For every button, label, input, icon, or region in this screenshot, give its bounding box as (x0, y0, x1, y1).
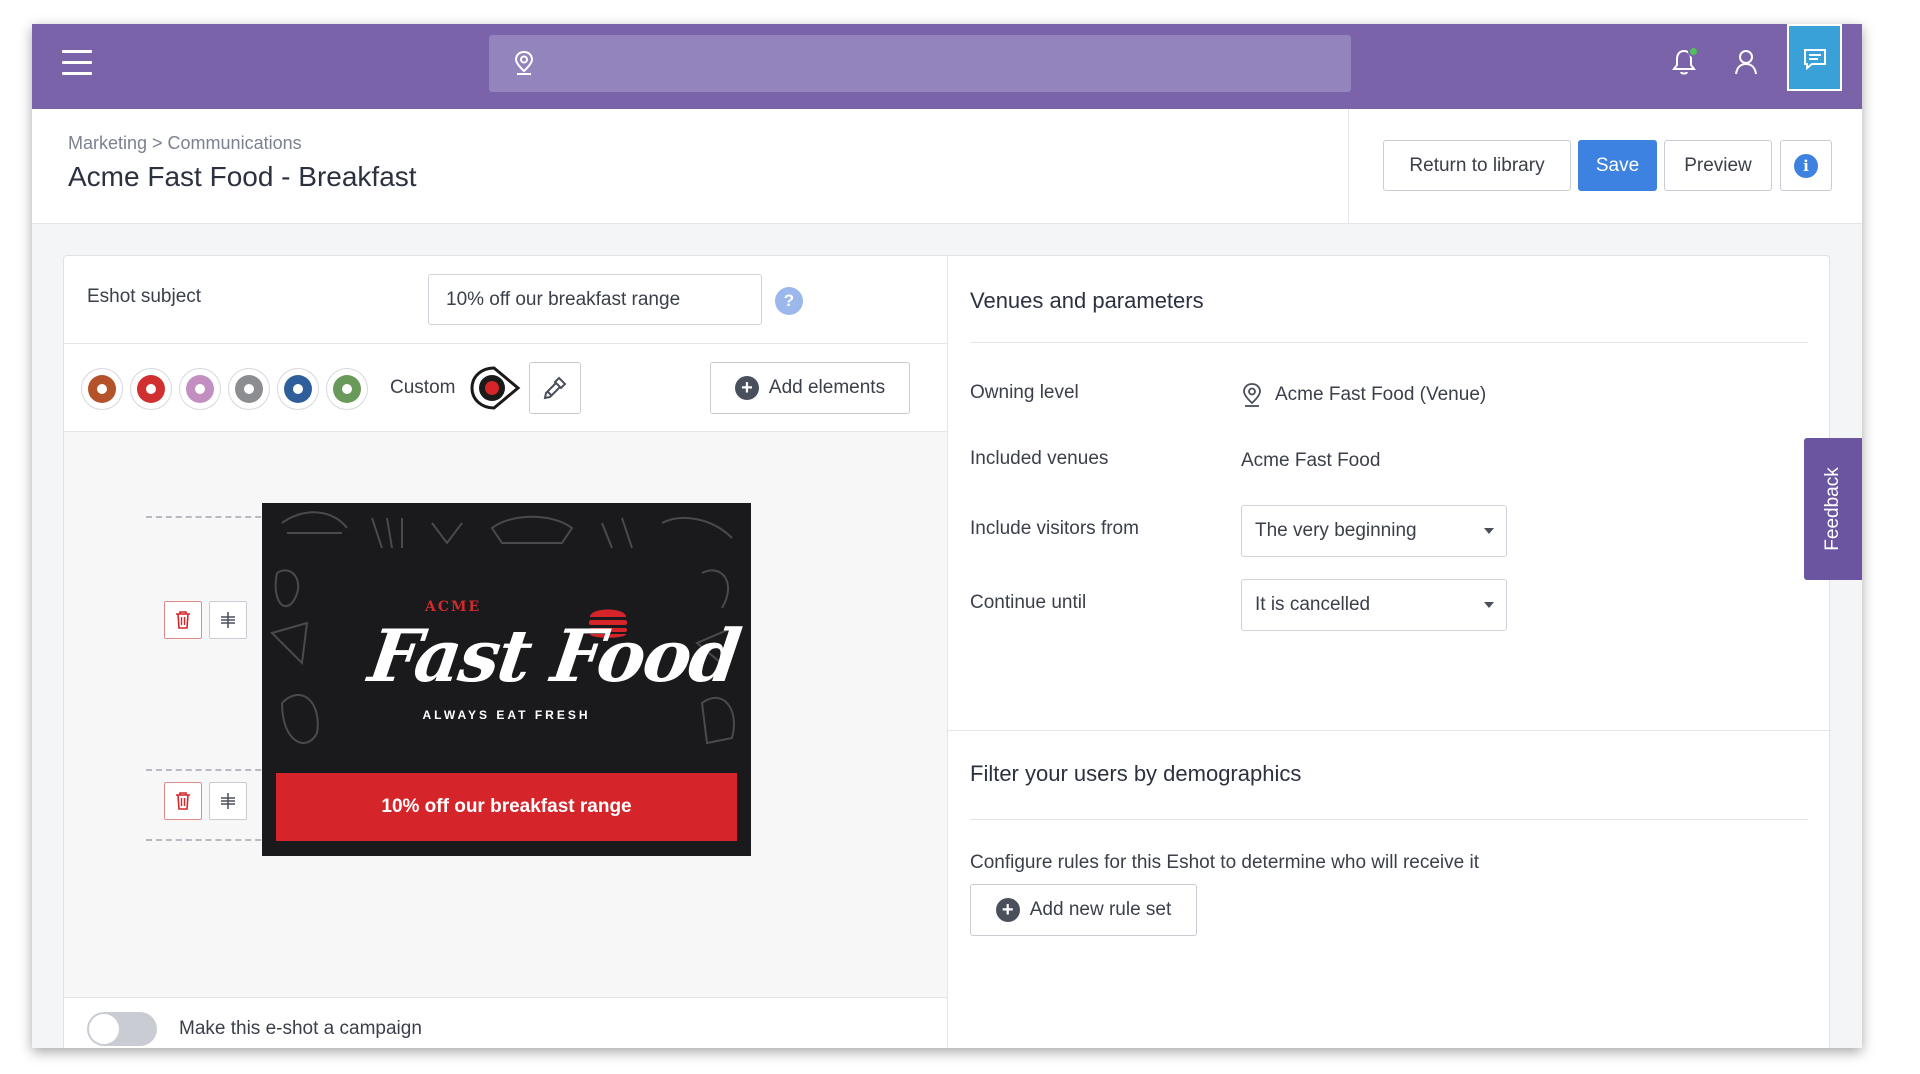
subject-label: Eshot subject (87, 286, 202, 307)
page-header: Marketing > Communications Acme Fast Foo… (32, 109, 1862, 224)
notifications-button[interactable] (1672, 46, 1699, 81)
subject-input[interactable]: 10% off our breakfast range (428, 274, 762, 325)
filter-section-title: Filter your users by demographics (970, 761, 1302, 786)
eyedropper-button[interactable] (529, 362, 581, 414)
brand-logo-text: Fast Food (364, 613, 745, 698)
user-icon (1735, 50, 1757, 75)
cta-banner[interactable]: 10% off our breakfast range (276, 773, 737, 841)
include-visitors-value: The very beginning (1255, 520, 1417, 541)
owning-level-label: Owning level (970, 382, 1079, 403)
location-pin-icon (514, 50, 534, 75)
add-rule-set-button[interactable]: + Add new rule set (970, 884, 1197, 936)
return-to-library-button[interactable]: Return to library (1383, 140, 1571, 191)
drag-handle-icon (221, 612, 235, 628)
custom-color-label: Custom (390, 377, 456, 398)
continue-until-label: Continue until (970, 592, 1087, 613)
eshot-canvas: ACME Fast Food ALWAYS EAT FRESH 10% off … (64, 432, 947, 997)
venues-title-rule (970, 342, 1808, 343)
continue-until-select[interactable]: It is cancelled (1241, 579, 1507, 631)
editor-card: Eshot subject 10% off our breakfast rang… (63, 255, 1831, 1048)
filter-description: Configure rules for this Eshot to determ… (970, 852, 1480, 873)
chat-button[interactable] (1787, 24, 1842, 91)
page-title: Acme Fast Food - Breakfast (68, 161, 417, 192)
block-divider-guide (146, 769, 281, 771)
hamburger-icon[interactable] (62, 50, 92, 76)
drag-handle-icon (221, 793, 235, 809)
breadcrumb[interactable]: Marketing > Communications (68, 133, 302, 154)
owning-level-value: Acme Fast Food (Venue) (1241, 382, 1486, 408)
venues-section-title: Venues and parameters (970, 288, 1204, 313)
block-bottom-guide (146, 839, 281, 841)
eyedropper-icon (543, 376, 567, 400)
toggle-knob (89, 1014, 119, 1044)
trash-icon (176, 611, 190, 629)
brand-tagline: ALWAYS EAT FRESH (422, 708, 591, 722)
color-swatch-pink[interactable] (179, 368, 221, 410)
included-venues-value: Acme Fast Food (1241, 450, 1381, 471)
included-venues-label: Included venues (970, 448, 1109, 469)
info-button[interactable]: i (1780, 140, 1832, 191)
color-swatch-orange[interactable] (81, 368, 123, 410)
block-top-guide (146, 516, 281, 518)
chevron-down-icon (1484, 602, 1494, 608)
user-menu-button[interactable] (1734, 48, 1758, 81)
preview-button[interactable]: Preview (1664, 140, 1772, 191)
theme-toolbar: Custom + Add elements (64, 344, 947, 432)
custom-color-swatch[interactable] (468, 362, 522, 414)
top-bar (32, 24, 1862, 109)
plus-circle-icon: + (734, 376, 759, 400)
notification-dot (1688, 46, 1699, 57)
subject-row: Eshot subject 10% off our breakfast rang… (64, 256, 947, 344)
feedback-tab[interactable]: Feedback (1804, 438, 1862, 580)
filter-title-rule (970, 819, 1808, 820)
include-visitors-select[interactable]: The very beginning (1241, 505, 1507, 557)
campaign-toggle[interactable] (87, 1012, 157, 1046)
chat-icon (1804, 49, 1826, 71)
delete-cta-button[interactable] (164, 782, 202, 820)
chevron-down-icon (1484, 528, 1494, 534)
section-divider (947, 730, 1831, 731)
save-button[interactable]: Save (1578, 140, 1657, 191)
color-swatch-blue[interactable] (277, 368, 319, 410)
eshot-preview[interactable]: ACME Fast Food ALWAYS EAT FRESH 10% off … (262, 503, 751, 856)
move-block-button[interactable] (209, 601, 247, 639)
continue-until-value: It is cancelled (1255, 594, 1371, 615)
feedback-label: Feedback (1822, 467, 1843, 551)
plus-circle-icon: + (995, 898, 1020, 922)
add-elements-label: Add elements (768, 377, 886, 398)
color-swatch-grey[interactable] (228, 368, 270, 410)
info-icon: i (1794, 153, 1818, 178)
column-divider (947, 256, 948, 1048)
help-icon[interactable]: ? (775, 287, 803, 315)
color-swatch-green[interactable] (326, 368, 368, 410)
color-swatch-red[interactable] (130, 368, 172, 410)
header-divider (1348, 109, 1349, 224)
add-elements-button[interactable]: + Add elements (710, 362, 910, 414)
add-rule-set-label: Add new rule set (1029, 899, 1172, 920)
search-input[interactable] (489, 35, 1351, 92)
app-window: Marketing > Communications Acme Fast Foo… (32, 24, 1862, 1048)
campaign-row: Make this e-shot a campaign (64, 997, 947, 1048)
move-cta-button[interactable] (209, 782, 247, 820)
include-visitors-label: Include visitors from (970, 518, 1139, 539)
location-pin-icon (1243, 383, 1261, 407)
delete-block-button[interactable] (164, 601, 202, 639)
owning-level-text: Acme Fast Food (Venue) (1275, 384, 1487, 405)
campaign-label: Make this e-shot a campaign (179, 1018, 422, 1039)
trash-icon (176, 792, 190, 810)
